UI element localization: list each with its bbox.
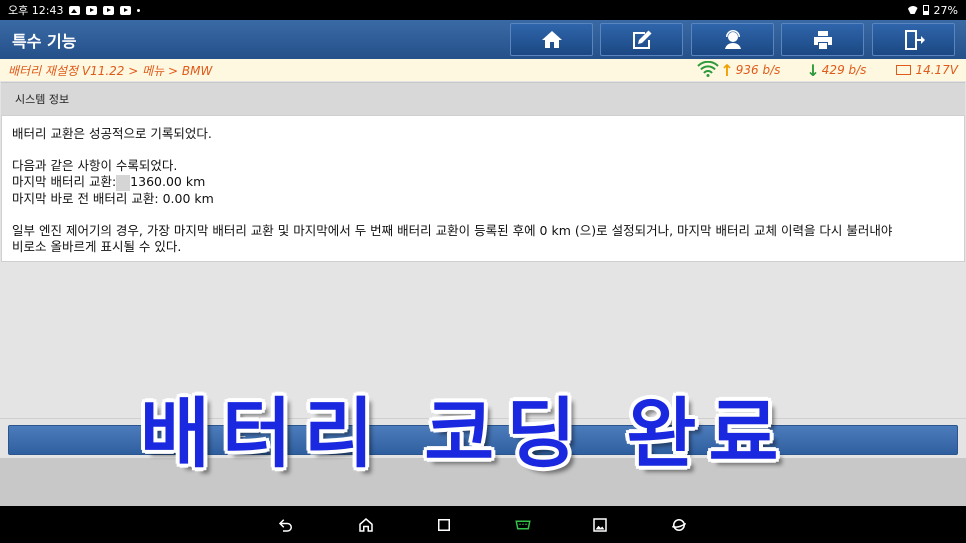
support-button[interactable] xyxy=(691,23,774,56)
section-title: 시스템 정보 xyxy=(15,93,70,106)
section-header: 시스템 정보 xyxy=(1,82,965,115)
last-battery-change-value: 1360.00 km xyxy=(130,174,206,189)
download-arrow-icon: ↓ xyxy=(806,60,820,80)
print-icon xyxy=(813,30,832,49)
image-notification-icon xyxy=(69,5,81,15)
breadcrumb: 배터리 재설정 V11.22 > 메뉴 > BMW xyxy=(8,63,213,78)
overlay-caption: 배터리 코딩 완료 xyxy=(140,389,791,478)
result-message: 배터리 교환은 성공적으로 기록되었다. xyxy=(12,126,212,141)
home-button[interactable] xyxy=(510,23,593,56)
recorded-intro: 다음과 같은 사항이 수록되었다. xyxy=(12,158,178,173)
battery-status-icon xyxy=(922,5,929,15)
screenshot-nav-button[interactable] xyxy=(590,515,610,535)
support-icon xyxy=(724,29,741,49)
recents-nav-button[interactable] xyxy=(434,515,454,535)
home-nav-button[interactable] xyxy=(356,515,376,535)
youtube-notification-icon xyxy=(103,5,115,15)
edit-button[interactable] xyxy=(600,23,683,56)
recents-icon xyxy=(438,519,450,531)
home-icon xyxy=(541,30,562,48)
back-icon xyxy=(278,519,292,532)
status-bar: 오후 12:43 27% xyxy=(0,0,966,20)
obd-connector-icon xyxy=(515,520,531,530)
gallery-icon xyxy=(593,518,607,532)
app-header: 특수 기능 xyxy=(0,20,966,59)
download-rate: 429 b/s xyxy=(821,63,867,77)
edit-icon xyxy=(632,30,651,49)
navigation-bar xyxy=(0,506,966,543)
last-battery-change-label: 마지막 배터리 교환: xyxy=(12,174,117,189)
redacted-block xyxy=(116,174,131,191)
info-content: 배터리 교환은 성공적으로 기록되었다. 다음과 같은 사항이 수록되었다. 마… xyxy=(1,115,965,262)
battery-percent: 27% xyxy=(933,3,958,17)
page-title: 특수 기능 xyxy=(12,31,77,51)
wifi-signal-icon xyxy=(696,60,720,80)
more-notifications-icon xyxy=(137,8,141,12)
exit-icon xyxy=(904,29,925,50)
note-line-1: 일부 엔진 제어기의 경우, 가장 마지막 배터리 교환 및 마지막에서 두 번… xyxy=(12,222,893,238)
last-battery-change: 마지막 배터리 교환: 1360.00 km xyxy=(12,174,954,191)
car-battery-icon xyxy=(896,65,912,75)
back-nav-button[interactable] xyxy=(276,515,296,535)
print-button[interactable] xyxy=(781,23,864,56)
youtube-notification-icon xyxy=(120,5,132,15)
exit-button[interactable] xyxy=(872,23,955,56)
upload-rate: 936 b/s xyxy=(735,63,781,77)
home-outline-icon xyxy=(359,518,373,532)
youtube-notification-icon xyxy=(86,5,98,15)
wifi-status-icon xyxy=(908,6,918,14)
info-bar: 배터리 재설정 V11.22 > 메뉴 > BMW ↑ 936 b/s ↓ 42… xyxy=(0,59,966,81)
note-line-2: 비로소 올바르게 표시될 수 있다. xyxy=(12,238,182,254)
upload-arrow-icon: ↑ xyxy=(720,60,734,80)
browser-nav-button[interactable] xyxy=(669,515,689,535)
vci-nav-button[interactable] xyxy=(513,515,533,535)
clock: 오후 12:43 xyxy=(8,4,64,17)
browser-icon xyxy=(672,519,687,531)
previous-battery-change: 마지막 바로 전 배터리 교환: 0.00 km xyxy=(12,190,214,206)
battery-voltage: 14.17V xyxy=(915,63,958,77)
